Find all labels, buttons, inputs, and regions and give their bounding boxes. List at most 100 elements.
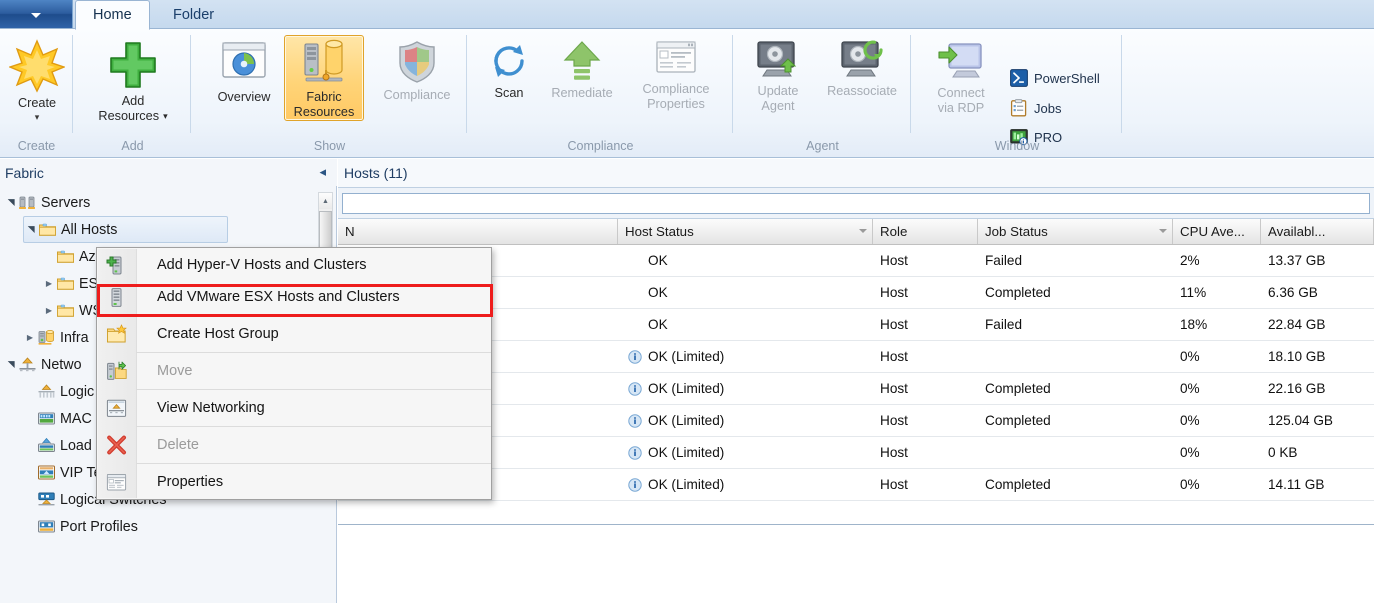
cell-text: OK (Limited) bbox=[648, 413, 724, 428]
add-resources-line1: Add bbox=[122, 94, 145, 109]
chevron-collapsed-icon[interactable]: ▶ bbox=[23, 333, 37, 342]
table-row[interactable]: comm4.in7.ns2.OK (Limited)HostCompleted0… bbox=[338, 469, 1374, 501]
column-header-host-status[interactable]: Host Status bbox=[618, 219, 873, 244]
overview-button[interactable]: Overview bbox=[202, 35, 286, 106]
vip-templates-icon bbox=[37, 464, 56, 481]
menu-item-properties[interactable]: Properties bbox=[97, 466, 491, 498]
cell-text: Host bbox=[880, 477, 908, 492]
cell-text: 6.36 GB bbox=[1268, 285, 1318, 300]
jobs-button[interactable]: Jobs bbox=[1010, 99, 1061, 117]
folder-icon bbox=[56, 302, 75, 319]
cell-job-status: Failed bbox=[978, 317, 1173, 332]
table-row[interactable]: OK (Limited)Host0%18.10 GB bbox=[338, 341, 1374, 373]
ribbon-group-create: Create ▾ Create bbox=[0, 29, 73, 158]
chevron-expanded-icon[interactable]: ◢ bbox=[6, 358, 17, 372]
chevron-down-icon: ▾ bbox=[35, 112, 40, 123]
column-header-cpu-ave[interactable]: CPU Ave... bbox=[1173, 219, 1261, 244]
cell-job-status: Completed bbox=[978, 413, 1173, 428]
cell-text: Host bbox=[880, 445, 908, 460]
cell-cpu-average: 0% bbox=[1173, 445, 1261, 460]
cell-text: 0% bbox=[1180, 477, 1200, 492]
column-header-n[interactable]: N bbox=[338, 219, 618, 244]
chevron-collapsed-icon[interactable]: ▶ bbox=[42, 279, 56, 288]
scroll-up-icon[interactable]: ▲ bbox=[319, 193, 332, 209]
sort-dropdown-icon[interactable] bbox=[859, 229, 867, 233]
powershell-button[interactable]: PowerShell bbox=[1010, 69, 1100, 87]
sidebar-item-label: Infra bbox=[60, 330, 89, 346]
quick-access-toolbar-button[interactable] bbox=[0, 0, 73, 28]
chevron-expanded-icon[interactable]: ◢ bbox=[6, 196, 17, 210]
table-row[interactable]: OK (Limited)HostCompleted0%125.04 GB bbox=[338, 405, 1374, 437]
cell-text: OK (Limited) bbox=[648, 477, 724, 492]
compliance-show-button-label: Compliance bbox=[384, 88, 451, 103]
cell-text: 18% bbox=[1180, 317, 1207, 332]
menu-separator bbox=[136, 389, 491, 390]
table-row[interactable]: OKHostCompleted11%6.36 GB bbox=[338, 277, 1374, 309]
compliance-properties-line1: Compliance bbox=[643, 82, 710, 97]
column-header-role[interactable]: Role bbox=[873, 219, 978, 244]
fabric-resources-line1: Fabric bbox=[306, 90, 341, 105]
add-resources-button[interactable]: Add Resources ▾ bbox=[92, 35, 174, 125]
folder-icon bbox=[38, 221, 57, 238]
table-row[interactable]: OKHostFailed2%13.37 GB bbox=[338, 245, 1374, 277]
fabric-resources-line2: Resources bbox=[294, 105, 355, 120]
page-title: Hosts (11) bbox=[338, 159, 1374, 181]
fabric-resources-button[interactable]: Fabric Resources bbox=[284, 35, 364, 121]
grid-header-row: NHost Status Role Job StatusCPU Ave...Avai… bbox=[338, 219, 1374, 245]
sidebar-item-label: Port Profiles bbox=[60, 519, 138, 535]
cell-text: 0% bbox=[1180, 349, 1200, 364]
chevron-collapsed-icon[interactable]: ▶ bbox=[42, 306, 56, 315]
search-input[interactable] bbox=[342, 193, 1370, 214]
cell-cpu-average: 18% bbox=[1173, 317, 1261, 332]
scan-button[interactable]: Scan bbox=[478, 35, 540, 102]
cell-role: Host bbox=[873, 349, 978, 364]
chevron-down-icon bbox=[31, 13, 41, 18]
info-icon bbox=[628, 350, 642, 364]
ribbon-group-create-label: Create bbox=[0, 139, 73, 153]
cell-text: 14.11 GB bbox=[1268, 477, 1324, 492]
jobs-label: Jobs bbox=[1034, 101, 1061, 116]
cell-text: 0 KB bbox=[1268, 445, 1297, 460]
chevron-left-icon[interactable]: ◂ bbox=[319, 165, 326, 178]
cell-text: Completed bbox=[985, 285, 1051, 300]
load-balancers-icon bbox=[37, 437, 56, 454]
update-agent-icon bbox=[755, 39, 801, 81]
view-networking-icon bbox=[106, 398, 127, 419]
cell-available-memory: 125.04 GB bbox=[1261, 413, 1374, 428]
column-header-label: Role bbox=[880, 224, 907, 239]
menu-separator bbox=[136, 352, 491, 353]
column-header-job-status[interactable]: Job Status bbox=[978, 219, 1173, 244]
menu-item-add-vmware-esx-hosts-and-clusters[interactable]: Add VMware ESX Hosts and Clusters bbox=[97, 281, 491, 313]
overview-button-label: Overview bbox=[218, 90, 271, 105]
reassociate-button-label: Reassociate bbox=[827, 84, 897, 99]
sidebar-item-servers[interactable]: ◢ Servers bbox=[4, 189, 318, 216]
table-row[interactable]: OK (Limited) Host 0% 0 KB bbox=[338, 437, 1374, 469]
menu-item-add-hyper-v-hosts-and-clusters[interactable]: Add Hyper-V Hosts and Clusters bbox=[97, 249, 491, 281]
cell-role: Host bbox=[873, 413, 978, 428]
reassociate-agent-icon bbox=[839, 39, 885, 81]
sidebar-item-all-hosts[interactable]: ◢All Hosts bbox=[23, 216, 228, 243]
table-row[interactable]: OKHostFailed18%22.84 GB bbox=[338, 309, 1374, 341]
cell-host-status: OK bbox=[618, 285, 873, 300]
tab-folder[interactable]: Folder bbox=[156, 0, 231, 29]
ribbon-tabstrip: Home Folder bbox=[0, 0, 1374, 29]
group-separator bbox=[190, 35, 191, 133]
add-resources-line2: Resources bbox=[98, 109, 159, 124]
powershell-label: PowerShell bbox=[1034, 71, 1100, 86]
chevron-expanded-icon[interactable]: ◢ bbox=[26, 223, 37, 237]
cell-text: Host bbox=[880, 381, 908, 396]
compliance-show-button: Compliance bbox=[369, 35, 465, 104]
menu-item-create-host-group[interactable]: Create Host Group bbox=[97, 318, 491, 350]
menu-item-label: Delete bbox=[157, 437, 199, 453]
sidebar-item-label: Servers bbox=[41, 195, 90, 211]
create-button[interactable]: Create ▾ bbox=[4, 35, 70, 124]
column-header-availabl[interactable]: Availabl... bbox=[1261, 219, 1374, 244]
cell-host-status: OK (Limited) bbox=[618, 445, 873, 460]
menu-item-view-networking[interactable]: View Networking bbox=[97, 392, 491, 424]
sidebar-item-port-profiles[interactable]: Port Profiles bbox=[23, 513, 318, 540]
sort-dropdown-icon[interactable] bbox=[1159, 229, 1167, 233]
menu-item-label: Move bbox=[157, 363, 192, 379]
table-row[interactable]: OK (Limited)HostCompleted0%22.16 GB bbox=[338, 373, 1374, 405]
tab-home[interactable]: Home bbox=[75, 0, 150, 30]
ribbon-group-agent: Update Agent Reassociate Agent bbox=[734, 29, 911, 158]
